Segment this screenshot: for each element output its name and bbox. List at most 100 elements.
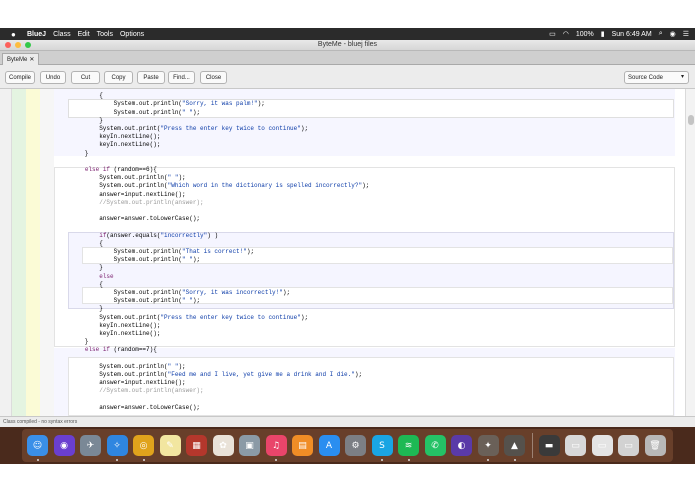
code-line[interactable]: answer=input.nextLine(); [56,191,185,199]
tab-byteme[interactable]: ByteMe ✕ [2,53,40,65]
code-line[interactable]: System.out.print("Press the enter key tw… [56,125,308,133]
preview-icon[interactable]: ▣ [239,435,260,456]
running-indicator [487,459,489,461]
macos-dock: ☺ ◉ ✈ ✧ ◎ ✎ ▦ ✿ ▣ ♫ ▤ A ⚙ S ≋ ✆ ◐ ✦ ▲ ▬ ▭ ▭ ▭ 🗑 [0,427,695,464]
bluej-icon[interactable]: ▲ [504,435,525,456]
window-title: ByteMe - bluej files [317,41,378,48]
find-button[interactable]: Find... [168,71,195,84]
finder-icon[interactable]: ☺ [27,435,48,456]
code-line[interactable]: System.out.println(" "); [56,256,200,264]
code-line[interactable]: System.out.println("Sorry, it was palm!"… [56,100,265,108]
code-line[interactable]: } [56,338,89,346]
wifi-icon[interactable]: ◠ [563,30,569,38]
battery-icon[interactable]: ▮ [601,30,605,38]
code-line[interactable]: System.out.println(" "); [56,109,200,117]
view-select[interactable]: Source Code ▾ [624,71,689,84]
editor-tab-strip: ByteMe ✕ [0,51,695,65]
cut-button[interactable]: Cut [71,71,100,84]
code-line[interactable]: { [56,281,103,289]
code-line[interactable]: } [56,117,103,125]
siri-icon[interactable]: ◉ [53,435,75,456]
doc-stack-icon-4[interactable]: ▭ [618,435,639,456]
code-line[interactable]: System.out.println(" "); [56,297,200,305]
code-line[interactable]: keyIn.nextLine(); [56,330,160,338]
photos-icon[interactable]: ✿ [212,435,234,456]
spotlight-search-icon[interactable]: ⌕ [659,30,663,38]
tab-label: ByteMe [7,56,28,63]
menu-class[interactable]: Class [53,31,71,38]
code-line[interactable]: keyIn.nextLine(); [56,322,160,330]
code-line[interactable]: else if (random==6){ [56,166,157,174]
code-line[interactable]: System.out.println("Sorry, it was incorr… [56,289,290,297]
apple-menu-icon[interactable]: ● [11,30,19,39]
compile-button[interactable]: Compile [5,71,35,84]
code-line[interactable]: System.out.println(" "); [56,174,185,182]
books-icon[interactable]: ▤ [292,435,313,456]
code-line[interactable]: System.out.println("Feed me and I live, … [56,371,362,379]
doc-stack-icon-1[interactable]: ▬ [538,435,560,456]
scrollbar-thumb[interactable] [688,115,694,125]
code-line[interactable]: } [56,264,103,272]
doc-stack-icon-3[interactable]: ▭ [591,435,613,456]
undo-button[interactable]: Undo [40,71,66,84]
chrome-icon[interactable]: ◎ [133,435,154,456]
menu-edit[interactable]: Edit [78,31,90,38]
code-line[interactable]: answer=input.nextLine(); [56,379,185,387]
scope-block-column [40,89,54,416]
trash-icon[interactable]: 🗑 [644,435,666,456]
running-indicator [407,459,410,461]
code-line[interactable]: keyIn.nextLine(); [56,141,160,149]
dock-separator [532,433,533,458]
gimp-icon[interactable]: ✦ [477,435,499,456]
clock[interactable]: Sun 6:49 AM [612,31,652,38]
code-line[interactable]: System.out.println("That is correct!"); [56,248,254,256]
tab-close-icon[interactable]: ✕ [29,56,34,63]
editor-vertical-scrollbar[interactable] [685,89,695,416]
airplay-icon[interactable]: ▭ [549,30,556,38]
menu-options[interactable]: Options [120,31,144,38]
code-line[interactable]: } [56,150,89,158]
doc-stack-icon-2[interactable]: ▭ [565,435,586,456]
code-line[interactable]: } [56,305,103,313]
running-indicator [116,459,118,461]
code-line[interactable]: else if (random==7){ [56,346,157,354]
close-editor-button[interactable]: Close [200,71,227,84]
github-icon[interactable]: ◐ [451,435,472,456]
code-line[interactable]: else [56,273,113,281]
code-line[interactable]: if(answer.equals("incorrectly") ) [56,232,218,240]
notes-icon[interactable]: ✎ [159,435,181,456]
line-gutter[interactable] [0,89,12,416]
copy-button[interactable]: Copy [104,71,133,84]
launchpad-icon[interactable]: ✈ [80,435,101,456]
skype-icon[interactable]: S [371,435,393,456]
spotify-icon[interactable]: ≋ [398,435,419,456]
whatsapp-icon[interactable]: ✆ [424,435,446,456]
editor-toolbar: Compile Undo Cut Copy Paste Find... Clos… [0,65,695,89]
code-line[interactable]: System.out.println(" "); [56,363,185,371]
code-line[interactable]: //System.out.println(answer); [56,199,203,207]
desktop-screen: ● BlueJ Class Edit Tools Options ▭ ◠ 100… [0,0,695,494]
code-editor[interactable]: else { System.out.println("Sorry, it was… [0,89,695,416]
code-line[interactable]: answer=answer.toLowerCase(); [56,215,200,223]
code-line[interactable]: keyIn.nextLine(); [56,133,160,141]
app-menu[interactable]: BlueJ [27,31,46,38]
app-store-icon[interactable]: A [318,435,340,456]
itunes-icon[interactable]: ♫ [265,435,287,456]
code-line[interactable]: { [56,240,103,248]
siri-menubar-icon[interactable]: ◉ [670,30,676,38]
menu-tools[interactable]: Tools [97,31,113,38]
code-line[interactable]: //System.out.println(answer); [56,387,203,395]
photo-booth-icon[interactable]: ▦ [186,435,207,456]
code-line[interactable]: System.out.print("Press the enter key tw… [56,314,308,322]
safari-icon[interactable]: ✧ [106,435,128,456]
notification-center-icon[interactable]: ☰ [683,30,689,38]
code-line[interactable]: answer=answer.toLowerCase(); [56,404,200,412]
running-indicator [275,459,277,461]
code-line[interactable]: System.out.println("Which word in the di… [56,182,369,190]
code-line[interactable]: { [56,92,103,100]
view-select-value: Source Code [628,74,664,81]
running-indicator [381,459,383,461]
running-indicator [513,459,516,461]
system-preferences-icon[interactable]: ⚙ [345,435,366,456]
paste-button[interactable]: Paste [137,71,165,84]
